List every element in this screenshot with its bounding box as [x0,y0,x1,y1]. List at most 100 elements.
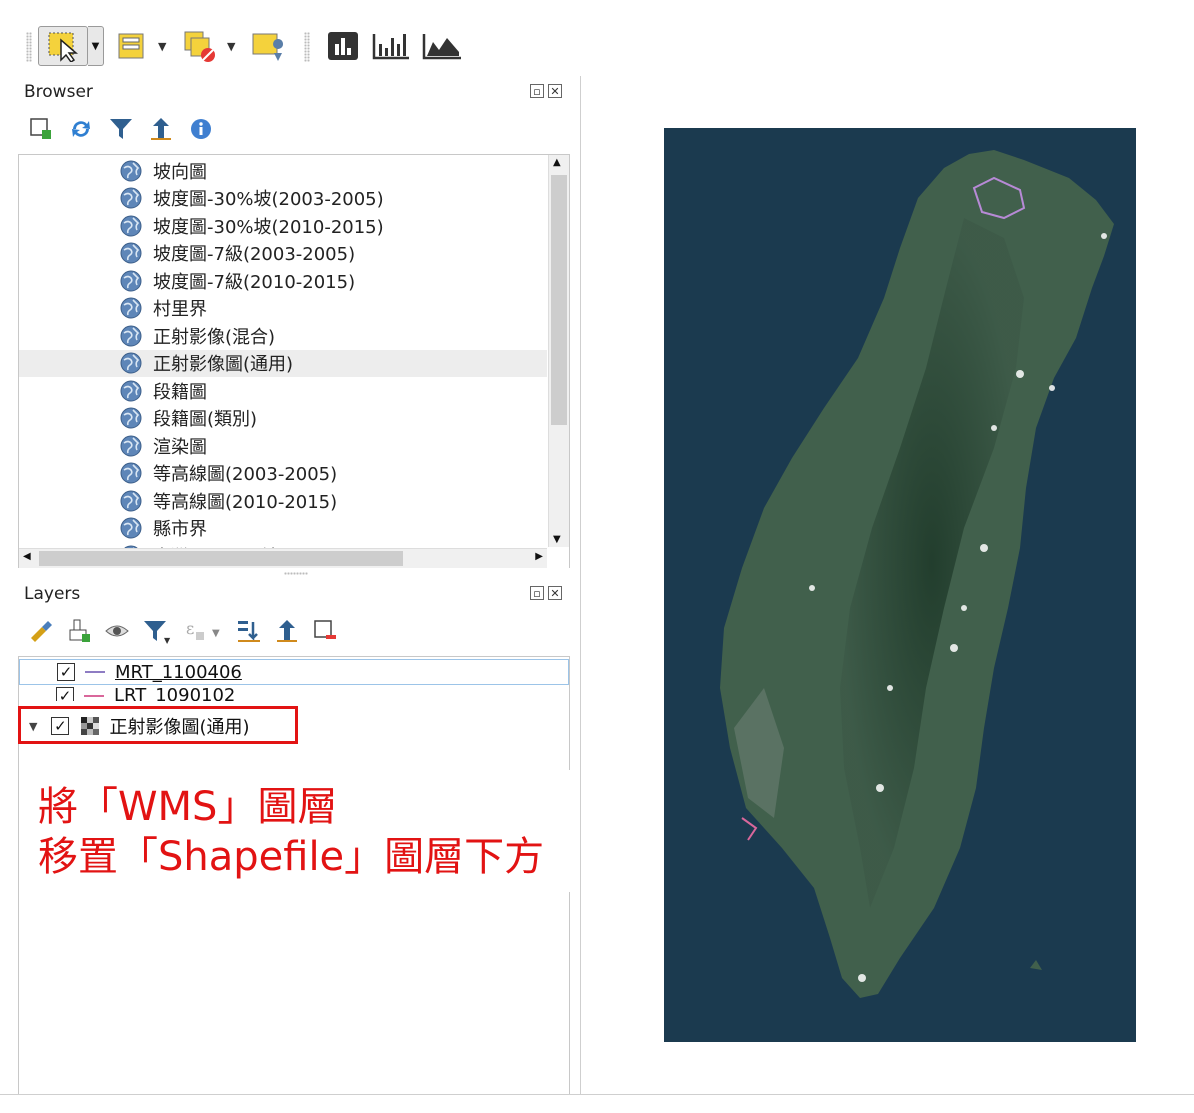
scroll-right-icon[interactable]: ▶ [535,551,543,562]
panel-splitter[interactable] [0,568,578,578]
attribute-table-icon [118,33,144,59]
deselect-icon [184,31,215,62]
chevron-down-icon: ▼ [91,40,100,52]
browser-item-label: 坡度圖-30%坡(2003-2005) [153,189,384,210]
expand-all-icon[interactable] [236,618,262,644]
expression-filter-icon[interactable]: ε ▼ [184,618,224,644]
filter-legend-icon[interactable]: ▼ [142,618,172,644]
toolbar-grip[interactable] [304,32,310,62]
globe-icon [120,517,142,539]
browser-item-label: 段籍圖 [153,381,207,403]
browser-horizontal-scrollbar[interactable]: ◀ ▶ [19,548,547,569]
line-symbol-icon [85,671,105,673]
browser-item[interactable]: 段籍圖(類別) [19,405,547,432]
layers-panel-title: Layers [24,584,81,604]
globe-icon [120,490,142,511]
globe-icon [120,215,142,236]
browser-tree: 坡向圖坡度圖-30%坡(2003-2005) 坡度圖-30%坡(2010-2015… [18,154,570,570]
close-panel-button[interactable]: ✕ [548,586,562,600]
select-features-button[interactable] [38,26,88,66]
globe-icon [120,380,142,401]
statistics-button[interactable] [324,26,362,66]
chevron-down-icon[interactable]: ▼ [227,40,235,53]
browser-item[interactable]: 坡度圖-7級(2003-2005) [19,240,547,267]
browser-item[interactable]: 等高線圖(2003-2005) [19,460,547,487]
filter-icon[interactable] [108,116,134,142]
browser-item-label: 渲染圖 [153,436,207,458]
browser-item[interactable]: 段籍圖 [19,377,547,404]
chevron-down-icon[interactable]: ▼ [158,40,166,53]
browser-item[interactable]: 渲染圖 [19,432,547,459]
highlight-box [18,706,298,744]
scrollbar-thumb[interactable] [39,551,403,566]
main-toolbar: ▼ ▼ ▼ [0,0,1194,76]
info-icon[interactable] [188,116,214,142]
browser-panel: Browser ▫ ✕ 坡向圖 坡度圖-30%坡(2003-2005) 坡度圖-30… [0,76,578,586]
browser-item[interactable]: 坡度圖-7級(2010-2015) [19,267,547,294]
browser-item[interactable]: 村里界 [19,295,547,322]
browser-item[interactable]: 縣市界 [19,515,547,542]
svg-text:ε: ε [186,619,194,638]
map-canvas[interactable] [580,76,1194,1094]
profile-button[interactable] [420,26,464,66]
collapse-icon[interactable] [148,116,174,142]
layer-visibility-checkbox[interactable]: ✓ [56,687,74,701]
select-features-dropdown[interactable]: ▼ [88,26,104,66]
float-panel-button[interactable]: ▫ [530,84,544,98]
layer-label: LRT_1090102 [114,687,236,701]
attribute-table-button[interactable] [114,26,150,66]
select-features-icon [48,32,79,62]
layer-visibility-checkbox[interactable]: ✓ [57,663,75,681]
remove-layer-icon[interactable] [312,618,338,644]
svg-text:▼: ▼ [212,628,220,639]
toolbar-grip[interactable] [26,32,32,62]
browser-item-label: 坡向圖 [153,161,207,183]
refresh-icon[interactable] [68,116,94,142]
annotation-line-1: 將「WMS」圖層 [38,784,338,830]
line-symbol-icon [84,695,104,697]
globe-icon [120,242,142,264]
collapse-all-icon[interactable] [274,618,300,644]
browser-item[interactable]: 正射影像(混合) [19,322,547,349]
browser-item[interactable]: 等高線圖(2010-2015) [19,487,547,514]
globe-icon [120,352,142,374]
visibility-icon[interactable] [104,618,130,644]
histogram-icon [372,34,409,60]
style-icon[interactable] [28,618,54,644]
browser-item-label: 村里界 [153,299,207,320]
annotation-line-2: 移置「Shapefile」圖層下方 [38,834,545,880]
browser-toolbar [28,116,214,142]
layers-toolbar: ▼ ε ▼ [28,618,338,644]
add-group-icon[interactable] [66,618,92,644]
status-strip [0,1094,1194,1113]
browser-item-label: 坡度圖-7級(2010-2015) [153,271,356,293]
globe-icon [120,435,142,456]
layers-dock-buttons: ▫ ✕ [530,586,562,600]
float-panel-button[interactable]: ▫ [530,586,544,600]
browser-vertical-scrollbar[interactable]: ▲ ▼ [548,155,569,547]
layer-row-lrt[interactable]: ✓ LRT_1090102 [19,687,569,701]
deselect-button[interactable] [180,26,220,66]
globe-icon [120,297,142,319]
statistics-icon [328,32,358,60]
add-layer-icon[interactable] [28,116,54,142]
globe-icon [120,325,142,346]
browser-item[interactable]: 正射影像圖(通用) [19,349,547,377]
browser-item[interactable]: 坡度圖-30%坡(2003-2005) [19,185,547,212]
globe-icon [120,462,142,484]
browser-item[interactable]: 坡向圖 [19,157,547,184]
scroll-down-icon[interactable]: ▼ [553,534,561,545]
browser-item-label: 段籍圖(類別) [153,409,258,430]
globe-icon [120,187,142,209]
scroll-left-icon[interactable]: ◀ [23,551,31,562]
scrollbar-thumb[interactable] [551,175,567,425]
select-by-location-button[interactable] [248,26,288,66]
browser-item[interactable]: 坡度圖-30%坡(2010-2015) [19,212,547,239]
close-panel-button[interactable]: ✕ [548,84,562,98]
globe-icon [120,407,142,429]
taiwan-orthophoto [720,150,1114,998]
layer-row-mrt[interactable]: ✓ MRT_1100406 [19,659,569,685]
histogram-button[interactable] [370,26,412,66]
scroll-up-icon[interactable]: ▲ [553,157,561,168]
browser-item-label: 等高線圖(2003-2005) [153,464,338,485]
